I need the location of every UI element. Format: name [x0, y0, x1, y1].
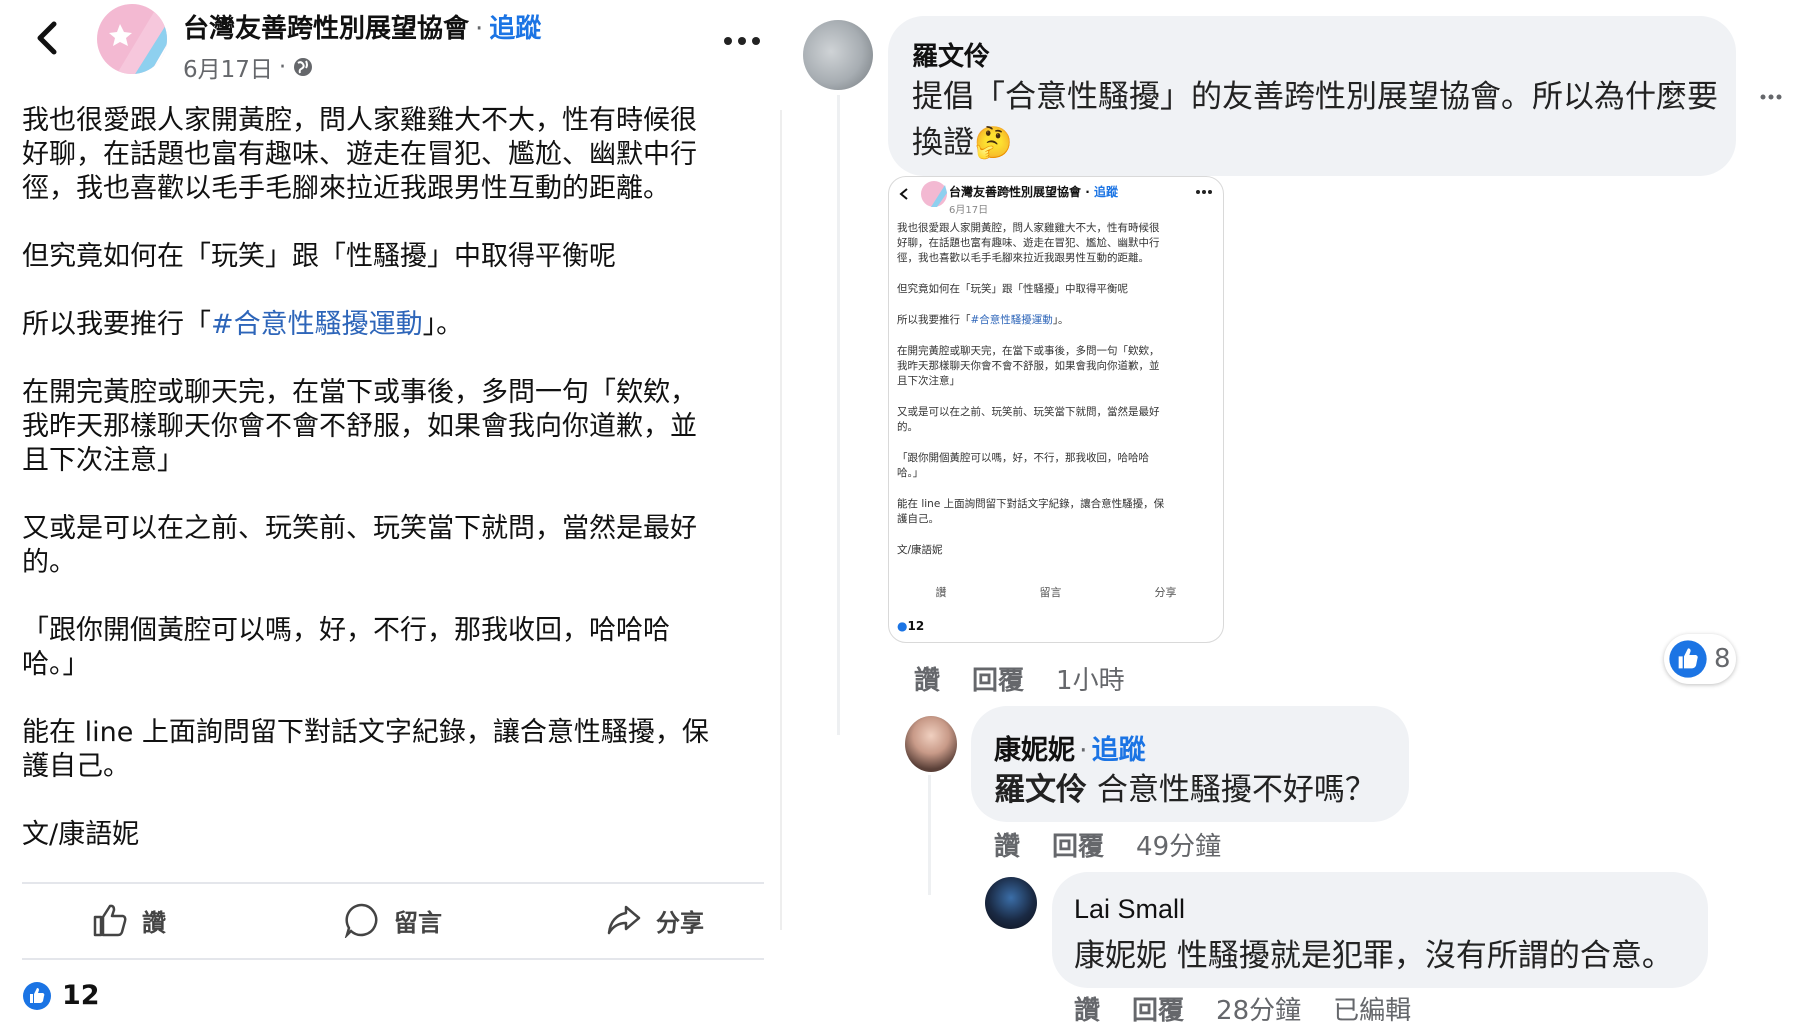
- comment-reply-button[interactable]: 回覆: [1132, 990, 1184, 1027]
- original-post: 台灣友善跨性別展望協會 · 追蹤 6月17日 · 我也很愛跟人家開黃腔，問人家雞雞大不…: [0, 0, 780, 1024]
- mention-link[interactable]: 羅文伶: [994, 772, 1087, 808]
- hashtag-link[interactable]: #合意性騷擾運動: [211, 309, 423, 340]
- like-count-value: 12: [62, 980, 100, 1011]
- back-arrow-icon: [899, 188, 908, 200]
- comment-text: 提倡「合意性騷擾」的友善跨性別展望協會。所以為什麼要換證🤔: [912, 79, 1718, 161]
- page-name-link[interactable]: 台灣友善跨性別展望協會: [183, 14, 469, 44]
- follow-button[interactable]: 追蹤: [489, 14, 541, 44]
- post-paragraph: 但究竟如何在「玩笑」跟「性騷擾」中取得平衡呢: [22, 241, 616, 272]
- separator: [780, 110, 782, 930]
- post-paragraph: 能在 line 上面詢問留下對話文字紀錄，讓合意性騷擾，保 護自己。: [22, 717, 709, 782]
- post-paragraph: 又或是可以在之前、玩笑前、玩笑當下就問，當然是最好 的。: [22, 513, 697, 578]
- like-button[interactable]: 讚: [92, 898, 166, 942]
- share-button[interactable]: 分享: [606, 898, 704, 942]
- post-paragraph: 我也很愛跟人家開黃腔，問人家雞雞大不大，性有時候很 好聊，在話題也富有趣味、遊走…: [22, 105, 697, 204]
- edited-label[interactable]: 已編輯: [1333, 990, 1411, 1027]
- comment-timestamp[interactable]: 28分鐘: [1216, 990, 1301, 1027]
- page-avatar: [921, 181, 947, 207]
- reply-text: 羅文伶 合意性騷擾不好嗎？: [994, 772, 1376, 808]
- comment-icon: [344, 903, 378, 938]
- reply-text: 康妮妮 性騷擾就是犯罪，沒有所謂的合意。: [1074, 938, 1673, 974]
- comment-button[interactable]: 留言: [344, 898, 442, 942]
- thumbnail-actions: 讚留言 分享: [935, 586, 1177, 599]
- reply-actions-lai: 讚 回覆 28分鐘 已編輯: [1074, 990, 1411, 1027]
- avatar-commenter-luo[interactable]: [803, 20, 873, 90]
- comment-reply-button[interactable]: 回覆: [1052, 826, 1104, 863]
- like-count[interactable]: 12: [22, 980, 100, 1011]
- reply-header-kang: 康妮妮 · 追蹤: [994, 735, 1146, 766]
- comment-like-button[interactable]: 讚: [914, 660, 940, 697]
- commenter-name[interactable]: 康妮妮: [994, 735, 1075, 766]
- reply-actions-kang: 讚 回覆 49分鐘: [994, 826, 1221, 863]
- more-icon[interactable]: [722, 34, 762, 48]
- thumbnail-like-count: ●12: [897, 619, 925, 633]
- thread-line: [837, 95, 840, 735]
- post-paragraph-campaign: 所以我要推行「#合意性騷擾運動」。: [22, 309, 464, 340]
- avatar-commenter-lai[interactable]: [985, 877, 1037, 929]
- post-date-link[interactable]: 6月17日: [183, 50, 273, 84]
- share-icon: [607, 905, 641, 935]
- page-avatar[interactable]: [90, 2, 174, 76]
- thumbnail-date: 6月17日: [949, 205, 989, 216]
- comment-timestamp[interactable]: 1小時: [1056, 660, 1125, 697]
- globe-icon: [294, 58, 313, 76]
- follow-button[interactable]: 追蹤: [1092, 735, 1146, 766]
- more-icon[interactable]: [1760, 92, 1782, 102]
- avatar-commenter-kang[interactable]: [905, 716, 957, 772]
- comment-label: 留言: [394, 908, 442, 937]
- comment-timestamp[interactable]: 49分鐘: [1136, 826, 1221, 863]
- commenter-name[interactable]: Lai Small: [1074, 894, 1185, 925]
- thumbs-up-reaction-icon: [23, 981, 51, 1010]
- commenter-name[interactable]: 羅文伶: [912, 36, 990, 73]
- comment-like-button[interactable]: 讚: [994, 826, 1020, 863]
- divider: [22, 882, 764, 884]
- mention-link[interactable]: 康妮妮: [1074, 938, 1167, 974]
- like-label: 讚: [142, 908, 166, 937]
- comment-reply-button[interactable]: 回覆: [972, 660, 1024, 697]
- more-icon: [1196, 190, 1212, 194]
- comment-actions-luo: 讚 回覆 1小時: [914, 660, 1125, 697]
- thread-line: [928, 775, 931, 895]
- comment-like-button[interactable]: 讚: [1074, 990, 1100, 1027]
- back-arrow-icon[interactable]: [28, 18, 68, 58]
- comment-image-attachment[interactable]: 台灣友善跨性別展望協會 · 追蹤 6月17日 我也很愛跟人家開黃腔，問人家雞雞大…: [888, 176, 1224, 643]
- thumbs-up-reaction-icon: [1669, 640, 1707, 678]
- reaction-count-value: 8: [1714, 644, 1731, 674]
- divider: [22, 958, 764, 960]
- like-icon: [93, 904, 127, 937]
- page-name-header: 台灣友善跨性別展望協會 · 追蹤: [183, 14, 542, 44]
- post-paragraph: 在開完黃腔或聊天完，在當下或事後，多問一句「欸欸， 我昨天那樣聊天你會不會不舒服…: [22, 377, 697, 476]
- share-label: 分享: [656, 908, 704, 937]
- thumbnail-body: 我也很愛跟人家開黃腔，問人家雞雞大不大，性有時候很 好聊，在話題也富有趣味、遊走…: [897, 222, 1165, 556]
- post-body: 我也很愛跟人家開黃腔，問人家雞雞大不大，性有時候很 好聊，在話題也富有趣味、遊走…: [22, 104, 762, 886]
- post-signature: 文/康語妮: [22, 819, 140, 850]
- thumbnail-header: 台灣友善跨性別展望協會 · 追蹤: [949, 185, 1118, 199]
- post-date: 6月17日 ·: [183, 50, 314, 84]
- post-paragraph: 「跟你開個黃腔可以嗎，好，不行，那我收回，哈哈哈 哈。」: [22, 615, 670, 680]
- comment-reaction-count[interactable]: 8: [1664, 634, 1736, 684]
